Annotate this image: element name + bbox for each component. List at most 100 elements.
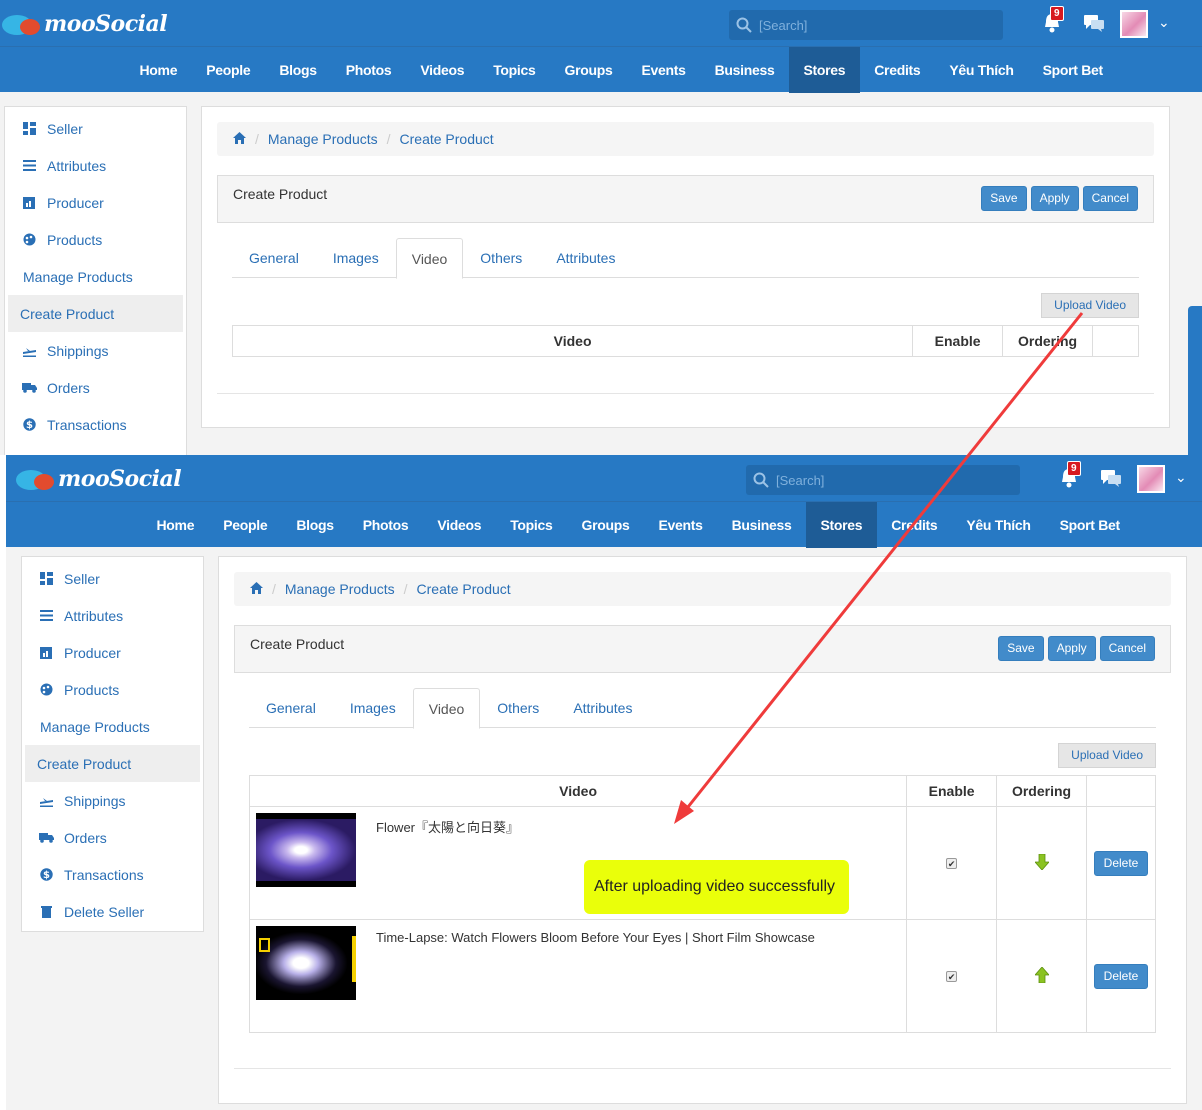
sidebar-label: Products [64,681,120,698]
nav-yeu-thich[interactable]: Yêu Thích [952,502,1045,548]
chevron-down-icon[interactable]: ⌄ [1175,469,1187,486]
sidebar-label: Shippings [64,792,126,809]
nav-home[interactable]: Home [142,502,209,548]
nav-credits[interactable]: Credits [877,502,952,548]
nav-events[interactable]: Events [627,47,700,93]
apply-button[interactable]: Apply [1030,186,1079,211]
tab-attributes[interactable]: Attributes [539,238,632,278]
sidebar-item-create-product[interactable]: Create Product [8,295,183,332]
sidebar-label: Create Product [37,755,132,772]
save-button[interactable]: Save [998,636,1044,661]
nav-people[interactable]: People [209,502,282,548]
sidebar-label: Attributes [47,157,107,174]
nav-photos[interactable]: Photos [331,47,406,93]
sidebar-item-delete-seller[interactable]: Delete Seller [5,443,186,456]
bar-chart-icon [20,196,38,209]
sidebar-item-transactions[interactable]: $ Transactions [5,406,186,443]
nav-groups[interactable]: Groups [567,502,644,548]
sidebar-item-manage-products[interactable]: Manage Products [5,258,186,295]
sidebar-item-seller[interactable]: Seller [5,110,186,147]
sidebar-item-attributes[interactable]: Attributes [5,147,186,184]
messages-icon[interactable] [1100,469,1122,489]
sidebar-item-producer[interactable]: Producer [22,634,203,671]
site-logo[interactable]: mooSocial [14,463,182,495]
search-input[interactable] [776,472,1006,488]
nav-people[interactable]: People [192,47,265,93]
delete-button[interactable]: Delete [1093,963,1149,989]
nav-yeu-thich[interactable]: Yêu Thích [935,47,1028,93]
nav-blogs[interactable]: Blogs [265,47,331,93]
enable-checkbox[interactable]: ✔ [946,857,958,869]
sidebar-item-transactions[interactable]: $ Transactions [22,856,203,893]
cancel-button[interactable]: Cancel [1099,636,1155,661]
breadcrumb-create-product[interactable]: Create Product [417,581,511,597]
enable-checkbox[interactable]: ✔ [946,970,958,982]
notification-bell-icon[interactable]: 9 [1059,461,1081,489]
save-button[interactable]: Save [981,186,1027,211]
nav-credits[interactable]: Credits [860,47,935,93]
video-title: Flower『太陽と向日葵』 [376,820,520,835]
nav-videos[interactable]: Videos [423,502,496,548]
sidebar-item-orders[interactable]: Orders [22,819,203,856]
tab-images[interactable]: Images [316,238,396,278]
notification-bell-icon[interactable]: 9 [1042,6,1064,34]
sidebar-item-products[interactable]: Products [22,671,203,708]
nav-business[interactable]: Business [700,47,789,93]
breadcrumb-manage-products[interactable]: Manage Products [268,131,378,147]
messages-icon[interactable] [1083,14,1105,34]
arrow-up-icon[interactable] [1033,965,1050,986]
upload-video-button[interactable]: Upload Video [1058,743,1156,768]
tab-others[interactable]: Others [480,688,556,728]
user-avatar[interactable] [1120,10,1148,38]
apply-button[interactable]: Apply [1047,636,1096,661]
nav-topics[interactable]: Topics [479,47,550,93]
video-thumbnail[interactable] [256,926,356,1000]
home-icon[interactable] [250,581,263,597]
sidebar-item-attributes[interactable]: Attributes [22,597,203,634]
cancel-button[interactable]: Cancel [1082,186,1138,211]
sidebar-item-shippings[interactable]: Shippings [5,332,186,369]
arrow-down-icon[interactable] [1033,853,1050,873]
trash-icon [37,905,55,918]
nav-events[interactable]: Events [644,502,717,548]
tab-general[interactable]: General [232,238,316,278]
svg-text:$: $ [43,870,50,881]
user-avatar[interactable] [1137,465,1165,493]
sidebar-item-manage-products[interactable]: Manage Products [22,708,203,745]
nav-videos[interactable]: Videos [406,47,479,93]
tab-others[interactable]: Others [463,238,539,278]
site-logo[interactable]: mooSocial [0,8,168,40]
breadcrumb-create-product[interactable]: Create Product [400,131,494,147]
nav-home[interactable]: Home [125,47,192,93]
nav-stores[interactable]: Stores [805,502,877,548]
search-input[interactable] [759,17,989,33]
nav-stores[interactable]: Stores [788,47,860,93]
nav-sport-bet[interactable]: Sport Bet [1028,47,1117,93]
breadcrumb-manage-products[interactable]: Manage Products [285,581,395,597]
nav-sport-bet[interactable]: Sport Bet [1045,502,1134,548]
nav-photos[interactable]: Photos [348,502,423,548]
sidebar-item-producer[interactable]: Producer [5,184,186,221]
tab-video[interactable]: Video [395,238,464,279]
sidebar-item-orders[interactable]: Orders [5,369,186,406]
home-icon[interactable] [233,131,246,147]
sidebar-item-products[interactable]: Products [5,221,186,258]
tab-video[interactable]: Video [412,688,481,729]
nav-groups[interactable]: Groups [550,47,627,93]
sidebar-item-delete-seller[interactable]: Delete Seller [22,893,203,930]
sidebar-item-shippings[interactable]: Shippings [22,782,203,819]
tab-images[interactable]: Images [333,688,413,728]
sidebar-item-create-product[interactable]: Create Product [25,745,200,782]
nav-topics[interactable]: Topics [496,502,567,548]
chevron-down-icon[interactable]: ⌄ [1158,14,1170,31]
tab-general[interactable]: General [249,688,333,728]
delete-button[interactable]: Delete [1093,850,1149,876]
search-box[interactable] [746,465,1020,495]
upload-video-button[interactable]: Upload Video [1041,293,1139,318]
sidebar-item-seller[interactable]: Seller [22,560,203,597]
nav-blogs[interactable]: Blogs [282,502,348,548]
search-box[interactable] [729,10,1003,40]
tab-attributes[interactable]: Attributes [556,688,649,728]
nav-business[interactable]: Business [717,502,806,548]
video-thumbnail[interactable] [256,813,356,887]
